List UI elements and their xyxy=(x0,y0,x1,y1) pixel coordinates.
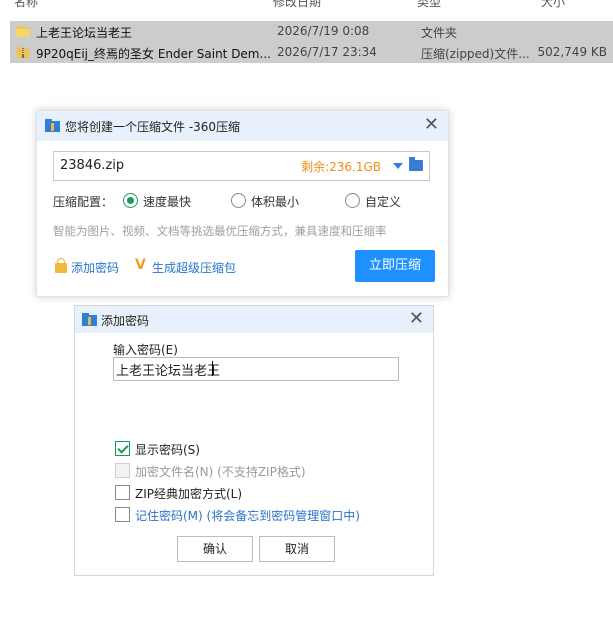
radio-smallest-label[interactable]: 体积最小 xyxy=(251,193,299,210)
show-password-checkbox[interactable] xyxy=(115,441,130,456)
compress-hint: 智能为图片、视频、文档等挑选最优压缩方式，兼具速度和压缩率 xyxy=(53,224,387,238)
zip-classic-label[interactable]: ZIP经典加密方式(L) xyxy=(135,485,242,502)
free-space-label: 剩余:236.1GB xyxy=(301,160,381,174)
output-filename[interactable]: 23846.zip xyxy=(60,158,124,173)
show-password-label[interactable]: 显示密码(S) xyxy=(135,441,200,458)
text-caret xyxy=(212,361,213,376)
password-dialog: 添加密码 ✕ 输入密码(E) 上老王论坛当老王 显示密码(S) 加密文件名(N)… xyxy=(74,305,434,576)
app-logo-icon xyxy=(45,119,60,132)
zip-icon xyxy=(17,47,29,58)
remember-password-checkbox[interactable] xyxy=(115,507,130,522)
password-label: 输入密码(E) xyxy=(113,343,178,357)
column-header: 名称 修改日期 类型 大小 xyxy=(0,0,613,10)
chevron-down-icon[interactable] xyxy=(393,163,403,169)
output-path-field[interactable]: 23846.zip 剩余:236.1GB xyxy=(53,151,430,181)
lock-icon[interactable] xyxy=(55,258,67,273)
cancel-button[interactable]: 取消 xyxy=(259,536,335,562)
zip-classic-checkbox[interactable] xyxy=(115,485,130,500)
vip-icon[interactable]: V xyxy=(135,257,146,273)
radio-custom-label[interactable]: 自定义 xyxy=(365,193,401,210)
radio-smallest[interactable] xyxy=(231,193,246,208)
column-size[interactable]: 大小 xyxy=(541,0,565,10)
compress-dialog-title: 您将创建一个压缩文件 -360压缩 xyxy=(65,120,241,134)
config-label: 压缩配置： xyxy=(53,195,114,209)
close-icon[interactable]: ✕ xyxy=(409,310,424,328)
app-logo-icon xyxy=(82,313,97,326)
radio-fastest[interactable] xyxy=(123,193,138,208)
file-row[interactable]: 上老王论坛当老王 2026/7/19 0:08 文件夹 xyxy=(10,21,613,42)
folder-browse-icon[interactable] xyxy=(409,157,423,171)
close-icon[interactable]: ✕ xyxy=(424,116,439,134)
file-type: 文件夹 xyxy=(421,26,458,40)
password-dialog-titlebar[interactable]: 添加密码 ✕ xyxy=(75,306,433,333)
add-password-link[interactable]: 添加密码 xyxy=(71,259,119,276)
file-date: 2026/7/19 0:08 xyxy=(277,24,370,38)
super-package-link[interactable]: 生成超级压缩包 xyxy=(152,259,236,276)
radio-custom[interactable] xyxy=(345,193,360,208)
ok-button[interactable]: 确认 xyxy=(177,536,253,562)
encrypt-filenames-label: 加密文件名(N) (不支持ZIP格式) xyxy=(135,465,306,479)
file-name: 9P20qEij_终焉的圣女 Ender Saint Dem... xyxy=(36,47,271,61)
column-date[interactable]: 修改日期 xyxy=(273,0,321,10)
file-name: 上老王论坛当老王 xyxy=(36,26,133,40)
column-name[interactable]: 名称 xyxy=(14,0,38,10)
compress-now-button[interactable]: 立即压缩 xyxy=(355,250,435,282)
radio-fastest-label[interactable]: 速度最快 xyxy=(143,193,191,210)
encrypt-filenames-checkbox xyxy=(115,463,130,478)
file-size: 502,749 KB xyxy=(537,45,607,59)
password-value[interactable]: 上老王论坛当老王 xyxy=(116,360,220,379)
file-type: 压缩(zipped)文件... xyxy=(421,47,530,61)
password-dialog-title: 添加密码 xyxy=(101,314,150,328)
file-date: 2026/7/17 23:34 xyxy=(277,45,377,59)
file-row[interactable]: 9P20qEij_终焉的圣女 Ender Saint Dem... 2026/7… xyxy=(10,42,613,63)
remember-password-label[interactable]: 记住密码(M) (将会备忘到密码管理窗口中) xyxy=(135,507,360,524)
password-input[interactable]: 上老王论坛当老王 xyxy=(113,357,399,381)
compress-dialog: 您将创建一个压缩文件 -360压缩 ✕ 23846.zip 剩余:236.1GB… xyxy=(36,110,449,297)
compress-dialog-titlebar[interactable]: 您将创建一个压缩文件 -360压缩 ✕ xyxy=(37,111,448,141)
column-type[interactable]: 类型 xyxy=(417,0,441,10)
folder-icon xyxy=(16,26,30,37)
